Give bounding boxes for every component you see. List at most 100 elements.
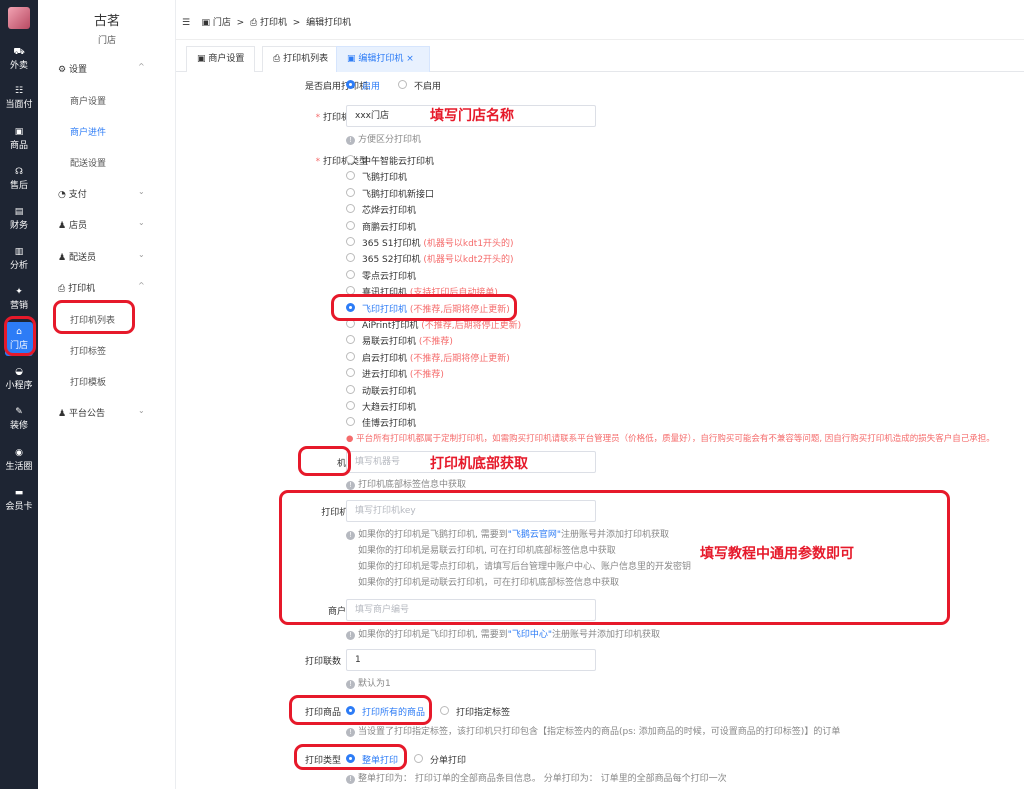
- printer-type-option[interactable]: 大趋云打印机: [362, 400, 416, 413]
- notice-icon: ♟: [58, 409, 67, 419]
- printer-type-radio[interactable]: [346, 171, 355, 181]
- split-order-text[interactable]: 分单打印: [430, 753, 466, 766]
- printer-icon: ⎙: [273, 54, 281, 64]
- nav-item-brush[interactable]: ✎ 装修: [0, 402, 38, 436]
- printer-type-option[interactable]: 动联云打印机: [362, 384, 416, 397]
- enable-on-radio[interactable]: [346, 80, 355, 89]
- printer-type-radio[interactable]: [346, 220, 355, 230]
- edit-printer-form: 是否启用打印机 启用 不启用 * 打印机名称 xxx门店 !方便区分打印机 * …: [176, 72, 1024, 789]
- printer-type-radio[interactable]: [346, 187, 355, 197]
- user-icon: ♟: [58, 221, 67, 231]
- shop-icon: ▣: [347, 54, 356, 64]
- print-tagged-goods-radio[interactable]: [440, 706, 449, 715]
- machine-number-hint: ! 打印机底部标签信息中获取: [346, 477, 466, 490]
- tab-merchant-settings[interactable]: ▣ 商户设置: [186, 46, 256, 72]
- enable-on-text[interactable]: 启用: [362, 79, 380, 92]
- print-tagged-goods-text[interactable]: 打印指定标签: [456, 705, 510, 718]
- breadcrumb-printer[interactable]: 打印机: [260, 18, 287, 28]
- tab-edit-printer[interactable]: ▣ 编辑打印机 ×: [336, 46, 430, 72]
- nav-item-bike[interactable]: ⛟ 外卖: [0, 42, 38, 76]
- menu-group-staff[interactable]: ♟ 店员 ⌄: [58, 218, 145, 231]
- printer-name-hint-text: 方便区分打印机: [358, 135, 422, 145]
- enable-off-radio[interactable]: [398, 80, 407, 89]
- menu-item-merchant-onboarding[interactable]: 商户进件: [70, 125, 106, 138]
- printer-type-option[interactable]: 佳博云打印机: [362, 416, 416, 429]
- printer-type-option[interactable]: 芯烨云打印机: [362, 203, 416, 216]
- printer-type-radio[interactable]: [346, 401, 355, 410]
- print-goods-hint-text: 当设置了打印指定标签，该打印机只打印包含【指定标签内的商品(ps: 添加商品的时…: [358, 727, 841, 737]
- chevron-down-icon: ⌄: [138, 218, 145, 227]
- machine-number-placeholder: 填写机器号: [355, 457, 401, 467]
- nav-item-headset[interactable]: ☊ 售后: [0, 162, 38, 196]
- split-order-radio[interactable]: [414, 754, 423, 763]
- nav-item-list[interactable]: ☷ 当面付: [0, 81, 38, 115]
- menu-group-payment[interactable]: ◔ 支付 ⌄: [58, 187, 145, 200]
- menu-group-label: 设置: [68, 65, 87, 75]
- printer-type-option[interactable]: 365 S1打印机 (机器号以kdt1开头的): [362, 236, 514, 249]
- menu-item-print-templates[interactable]: 打印模板: [70, 375, 106, 388]
- menu-group-settings[interactable]: ⚙ 设置 ^: [58, 62, 145, 75]
- menu-item-merchant-settings[interactable]: 商户设置: [70, 94, 106, 107]
- printer-type-radio[interactable]: [346, 237, 355, 246]
- breadcrumb-store[interactable]: 门店: [213, 18, 231, 28]
- info-icon: !: [346, 680, 355, 689]
- printer-type-radio[interactable]: [346, 269, 355, 279]
- printer-type-radio[interactable]: [346, 384, 355, 394]
- annotation-ring-machine-number: [298, 446, 351, 476]
- copies-value: 1: [355, 655, 361, 665]
- collapse-menu-icon[interactable]: ☰: [182, 18, 190, 28]
- hint-text: 如果你的打印机是飞印打印机, 需要到: [358, 630, 508, 640]
- nav-item-gift[interactable]: ✦ 营销: [0, 282, 38, 316]
- tab-printer-list[interactable]: ⎙ 打印机列表: [262, 46, 340, 72]
- printer-type-radio[interactable]: [346, 155, 355, 164]
- printer-type-name: 365 S1打印机: [362, 239, 421, 249]
- printer-type-option[interactable]: 零点云打印机: [362, 269, 416, 282]
- delivery-icon: ♟: [58, 253, 67, 263]
- printer-type-name: 商鹏云打印机: [362, 222, 417, 233]
- printer-type-radio[interactable]: [346, 368, 355, 378]
- menu-group-printer[interactable]: ⎙ 打印机 ^: [58, 281, 145, 294]
- close-icon[interactable]: ×: [406, 54, 414, 64]
- printer-type-warning-text: 平台所有打印机都属于定制打印机，如需购买打印机请联系平台管理员（价格低，质量好）…: [356, 434, 995, 444]
- printer-type-radio[interactable]: [346, 204, 355, 214]
- printer-type-radio[interactable]: [346, 351, 355, 361]
- menu-item-print-labels[interactable]: 打印标签: [70, 344, 106, 357]
- printer-type-option[interactable]: 易联云打印机 (不推荐): [362, 334, 453, 347]
- menu-group-courier[interactable]: ♟ 配送员 ⌄: [58, 250, 145, 263]
- printer-type-option[interactable]: 启云打印机 (不推荐,后期将停止更新): [362, 351, 510, 364]
- printer-type-option[interactable]: 飞鹅打印机新接口: [362, 187, 434, 200]
- nav-item-circle[interactable]: ◉ 生活圈: [0, 443, 38, 477]
- nav-item-label: 商品: [9, 141, 28, 151]
- nav-item-wallet[interactable]: ▤ 财务: [0, 202, 38, 236]
- required-mark: *: [315, 113, 321, 123]
- printer-type-option[interactable]: 商鹏云打印机: [362, 220, 416, 233]
- feiyin-center-link[interactable]: "飞印中心": [508, 630, 552, 640]
- menu-group-label: 支付: [68, 190, 87, 200]
- menu-item-delivery-settings[interactable]: 配送设置: [70, 156, 106, 169]
- enable-off-text[interactable]: 不启用: [414, 79, 441, 92]
- printer-type-note: (不推荐): [418, 337, 453, 348]
- print-type-hint: ! 整单打印为： 打印订单的全部商品条目信息。 分单打印为： 订单里的全部商品每个…: [346, 771, 727, 784]
- printer-type-radio[interactable]: [346, 417, 355, 427]
- app-logo: [8, 7, 30, 29]
- printer-type-option[interactable]: 进云打印机 (不推荐): [362, 367, 444, 380]
- printer-type-name: 易联云打印机: [362, 337, 417, 348]
- printer-type-option[interactable]: 中午智能云打印机: [362, 154, 434, 167]
- gear-icon: ⚙: [58, 65, 67, 75]
- menu-group-announcements[interactable]: ♟ 平台公告 ⌄: [58, 406, 145, 419]
- printer-type-option[interactable]: 飞鹅打印机: [362, 170, 407, 183]
- nav-item-card[interactable]: ▬ 会员卡: [0, 483, 38, 517]
- shop-icon: ▣: [14, 127, 24, 137]
- printer-type-radio[interactable]: [346, 253, 355, 263]
- nav-item-wechat[interactable]: ◒ 小程序: [0, 362, 38, 396]
- copies-input[interactable]: 1: [346, 649, 596, 671]
- tab-label: 商户设置: [208, 54, 245, 64]
- copies-label: 打印联数: [304, 657, 341, 667]
- circle-icon: ◉: [15, 448, 23, 458]
- printer-type-note: (机器号以kdt2开头的): [423, 255, 514, 266]
- nav-item-chart[interactable]: ▥ 分析: [0, 242, 38, 276]
- printer-type-radio[interactable]: [346, 335, 355, 345]
- printer-type-option[interactable]: 365 S2打印机 (机器号以kdt2开头的): [362, 252, 514, 265]
- nav-item-shop[interactable]: ▣ 商品: [0, 122, 38, 156]
- printer-type-name: 启云打印机: [362, 353, 408, 364]
